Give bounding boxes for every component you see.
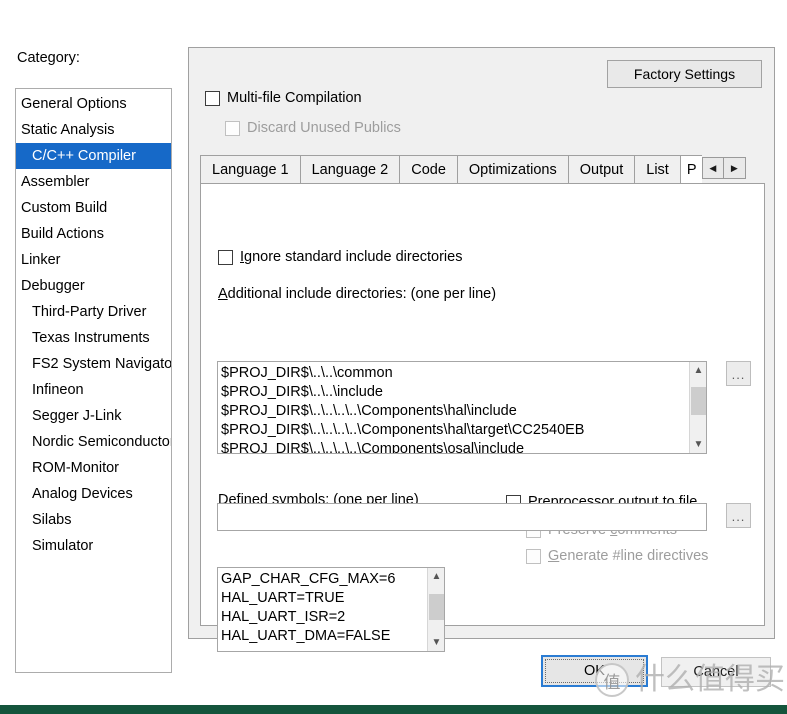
tab-scroll-buttons[interactable]: ◀ ▶	[701, 157, 746, 179]
category-list[interactable]: General Options Static Analysis C/C++ Comp…	[15, 88, 172, 673]
category-item-fs2-system-navigator[interactable]: FS2 System Navigator	[16, 351, 171, 377]
include-directory-line[interactable]: $PROJ_DIR$\..\..\common	[221, 364, 689, 383]
defined-symbols-lines[interactable]: GAP_CHAR_CFG_MAX=6 HAL_UART=TRUE HAL_UART_…	[218, 568, 427, 651]
category-item-silabs[interactable]: Silabs	[16, 507, 171, 533]
ignore-standard-include-directories-checkbox[interactable]: Ignore standard include directories	[218, 249, 462, 265]
tab-p[interactable]: P	[679, 155, 702, 184]
browse-include-directories-button[interactable]: ...	[726, 361, 751, 386]
browse-preinclude-file-button[interactable]: ...	[726, 503, 751, 528]
include-directory-line[interactable]: $PROJ_DIR$\..\..\..\..\Components\hal\in…	[221, 402, 689, 421]
category-item-rom-monitor[interactable]: ROM-Monitor	[16, 455, 171, 481]
defined-symbols-scrollbar[interactable]: ▲ ▼	[427, 568, 444, 651]
scroll-up-icon[interactable]: ▲	[690, 362, 706, 379]
defined-symbol-line[interactable]: HAL_UART=TRUE	[221, 589, 427, 608]
ok-button[interactable]: OK	[541, 655, 648, 687]
category-label: Category:	[17, 50, 80, 66]
category-item-static-analysis[interactable]: Static Analysis	[16, 117, 171, 143]
tab-scroll-left-button[interactable]: ◀	[701, 157, 724, 179]
discard-unused-publics-label: Discard Unused Publics	[247, 120, 401, 136]
cancel-button[interactable]: Cancel	[661, 657, 771, 687]
multi-file-compilation-checkbox[interactable]: Multi-file Compilation	[205, 90, 362, 106]
ok-button-label: OK	[545, 659, 644, 683]
scroll-up-icon[interactable]: ▲	[428, 568, 444, 585]
checkbox-box-icon	[526, 548, 541, 564]
settings-panel: Factory Settings Multi-file Compilation …	[188, 47, 775, 652]
generate-line-directives-label: Generate #line directives	[548, 548, 709, 564]
tab-scroll-right-button[interactable]: ▶	[723, 157, 746, 179]
defined-symbol-line[interactable]: GAP_CHAR_CFG_MAX=6	[221, 570, 427, 589]
tab-list[interactable]: List	[634, 155, 680, 184]
defined-symbol-line[interactable]: HAL_UART_ISR=2	[221, 608, 427, 627]
category-item-segger-j-link[interactable]: Segger J-Link	[16, 403, 171, 429]
preinclude-file-input[interactable]	[217, 503, 707, 531]
discard-unused-publics-checkbox: Discard Unused Publics	[225, 120, 401, 136]
tab-strip[interactable]: Language 1 Language 2 Code Optimizations Out…	[200, 155, 765, 184]
category-item-assembler[interactable]: Assembler	[16, 169, 171, 195]
defined-symbols-listbox[interactable]: GAP_CHAR_CFG_MAX=6 HAL_UART=TRUE HAL_UART_…	[217, 567, 445, 652]
category-item-infineon[interactable]: Infineon	[16, 377, 171, 403]
multi-file-compilation-label: Multi-file Compilation	[227, 90, 362, 106]
tab-code[interactable]: Code	[399, 155, 457, 184]
checkbox-box-icon	[225, 120, 240, 136]
checkbox-box-icon	[205, 90, 220, 106]
additional-include-directories-listbox[interactable]: $PROJ_DIR$\..\..\common $PROJ_DIR$\..\..\…	[217, 361, 707, 454]
category-item-simulator[interactable]: Simulator	[16, 533, 171, 559]
include-directory-line[interactable]: $PROJ_DIR$\..\..\include	[221, 383, 689, 402]
generate-line-directives-checkbox: Generate #line directives	[526, 548, 708, 564]
scrollbar-thumb[interactable]	[429, 594, 444, 620]
bottom-strip	[0, 705, 787, 714]
category-item-general-options[interactable]: General Options	[16, 91, 171, 117]
tab-output[interactable]: Output	[567, 155, 635, 184]
category-item-debugger[interactable]: Debugger	[16, 273, 171, 299]
category-item-texas-instruments[interactable]: Texas Instruments	[16, 325, 171, 351]
ignore-standard-include-directories-label: Ignore standard include directories	[240, 249, 463, 265]
defined-symbol-line[interactable]: HAL_UART_DMA=FALSE	[221, 627, 427, 646]
include-directories-scrollbar[interactable]: ▲ ▼	[689, 362, 706, 453]
tab-language-2[interactable]: Language 2	[299, 155, 400, 184]
category-item-build-actions[interactable]: Build Actions	[16, 221, 171, 247]
scroll-down-icon[interactable]: ▼	[690, 436, 706, 453]
category-item-c-c-compiler[interactable]: C/C++ Compiler	[16, 143, 171, 169]
category-item-linker[interactable]: Linker	[16, 247, 171, 273]
scroll-down-icon[interactable]: ▼	[428, 634, 444, 651]
category-item-third-party-driver[interactable]: Third-Party Driver	[16, 299, 171, 325]
category-item-nordic-semiconductor[interactable]: Nordic Semiconductor	[16, 429, 171, 455]
additional-include-directories-label: Additional include directories: (one per…	[218, 286, 497, 302]
include-directories-lines[interactable]: $PROJ_DIR$\..\..\common $PROJ_DIR$\..\..\…	[218, 362, 689, 453]
tab-optimizations[interactable]: Optimizations	[456, 155, 568, 184]
category-item-analog-devices[interactable]: Analog Devices	[16, 481, 171, 507]
include-directory-line[interactable]: $PROJ_DIR$\..\..\..\..\Components\hal\ta…	[221, 421, 689, 440]
category-item-custom-build[interactable]: Custom Build	[16, 195, 171, 221]
scrollbar-thumb[interactable]	[691, 387, 706, 415]
checkbox-box-icon	[218, 249, 233, 265]
factory-settings-button[interactable]: Factory Settings	[607, 60, 762, 88]
tab-language-1[interactable]: Language 1	[200, 155, 300, 184]
include-directory-line[interactable]: $PROJ_DIR$\..\..\..\..\Components\osal\i…	[221, 440, 689, 453]
